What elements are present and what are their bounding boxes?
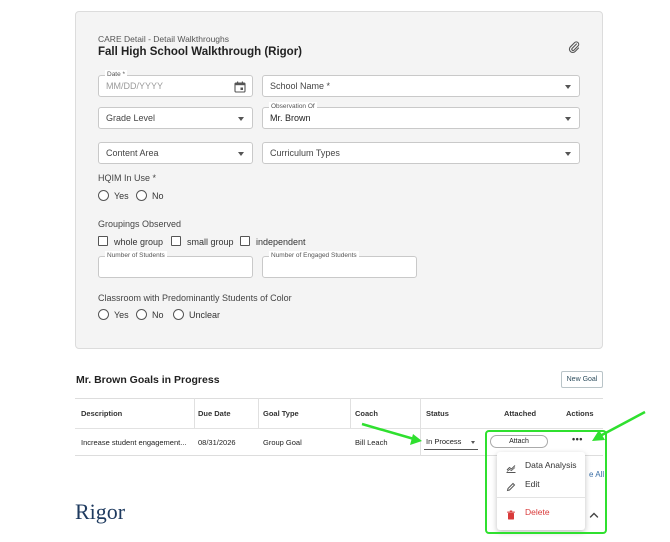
classroom-yes-radio[interactable]	[98, 309, 109, 320]
chevron-down-icon	[471, 441, 475, 444]
groupings-label: Groupings Observed	[98, 219, 182, 229]
date-placeholder: MM/DD/YYYY	[106, 81, 164, 91]
calendar-icon[interactable]	[234, 80, 246, 93]
form-subtitle: CARE Detail - Detail Walkthroughs	[98, 34, 230, 44]
chevron-down-icon	[238, 117, 244, 121]
classroom-unclear-radio[interactable]	[173, 309, 184, 320]
hqim-label: HQIM In Use *	[98, 173, 157, 183]
curriculum-types-select[interactable]: Curriculum Types	[262, 142, 580, 164]
whole-group-checkbox[interactable]	[98, 236, 108, 246]
classroom-no-radio[interactable]	[136, 309, 147, 320]
grade-level-value: Grade Level	[106, 113, 156, 123]
classroom-no-label: No	[152, 310, 164, 320]
column-divider	[194, 398, 195, 428]
number-of-engaged-input[interactable]: Number of Engaged Students	[262, 251, 417, 278]
observation-of-value: Mr. Brown	[270, 113, 311, 123]
hqim-no-label: No	[152, 191, 164, 201]
hqim-yes-radio[interactable]	[98, 190, 109, 201]
header-attached[interactable]: Attached	[504, 409, 536, 418]
school-value: School Name *	[270, 81, 331, 91]
status-value: In Process	[426, 437, 462, 446]
goals-section-title: Mr. Brown Goals in Progress	[76, 374, 220, 386]
highlight-box	[485, 430, 607, 534]
curriculum-types-value: Curriculum Types	[270, 148, 340, 158]
header-coach[interactable]: Coach	[355, 409, 378, 418]
content-area-value: Content Area	[106, 148, 159, 158]
paperclip-icon[interactable]	[567, 40, 581, 54]
content-area-select[interactable]: Content Area	[98, 142, 253, 164]
classroom-label: Classroom with Predominantly Students of…	[98, 293, 292, 303]
column-divider	[258, 398, 259, 428]
whole-group-label: whole group	[114, 237, 164, 247]
hqim-no-radio[interactable]	[136, 190, 147, 201]
chevron-down-icon	[238, 152, 244, 156]
number-of-engaged-label: Number of Engaged Students	[269, 251, 359, 261]
header-description[interactable]: Description	[81, 409, 122, 418]
classroom-yes-label: Yes	[114, 310, 129, 320]
hqim-yes-label: Yes	[114, 191, 129, 201]
header-due-date[interactable]: Due Date	[198, 409, 231, 418]
chevron-down-icon	[565, 117, 571, 121]
table-divider	[75, 428, 603, 429]
grade-level-select[interactable]: Grade Level	[98, 107, 253, 129]
small-group-checkbox[interactable]	[171, 236, 181, 246]
observation-of-label: Observation Of	[269, 102, 317, 112]
column-divider	[420, 398, 421, 456]
column-divider	[350, 398, 351, 428]
number-of-students-input[interactable]: Number of Students	[98, 251, 253, 278]
classroom-unclear-label: Unclear	[189, 310, 221, 320]
header-actions[interactable]: Actions	[566, 409, 594, 418]
row-due-date: 08/31/2026	[198, 438, 236, 447]
row-coach: Bill Leach	[355, 438, 388, 447]
independent-checkbox[interactable]	[240, 236, 250, 246]
form-title: Fall High School Walkthrough (Rigor)	[98, 46, 303, 58]
observation-of-select[interactable]: Observation Of Mr. Brown	[262, 102, 580, 129]
row-description[interactable]: Increase student engagement...	[81, 438, 187, 447]
independent-label: independent	[256, 237, 306, 247]
row-goal-type: Group Goal	[263, 438, 302, 447]
number-of-students-label: Number of Students	[105, 251, 167, 261]
small-group-label: small group	[187, 237, 234, 247]
section-heading: Rigor	[75, 499, 126, 524]
chevron-down-icon	[565, 152, 571, 156]
date-label: Date *	[105, 70, 128, 80]
chevron-down-icon	[565, 85, 571, 89]
school-select[interactable]: School Name *	[262, 75, 580, 97]
header-status[interactable]: Status	[426, 409, 449, 418]
status-select[interactable]: In Process	[424, 434, 478, 450]
new-goal-button[interactable]: New Goal	[561, 371, 603, 388]
date-field[interactable]: Date * MM/DD/YYYY	[98, 70, 253, 97]
header-goal-type[interactable]: Goal Type	[263, 409, 299, 418]
